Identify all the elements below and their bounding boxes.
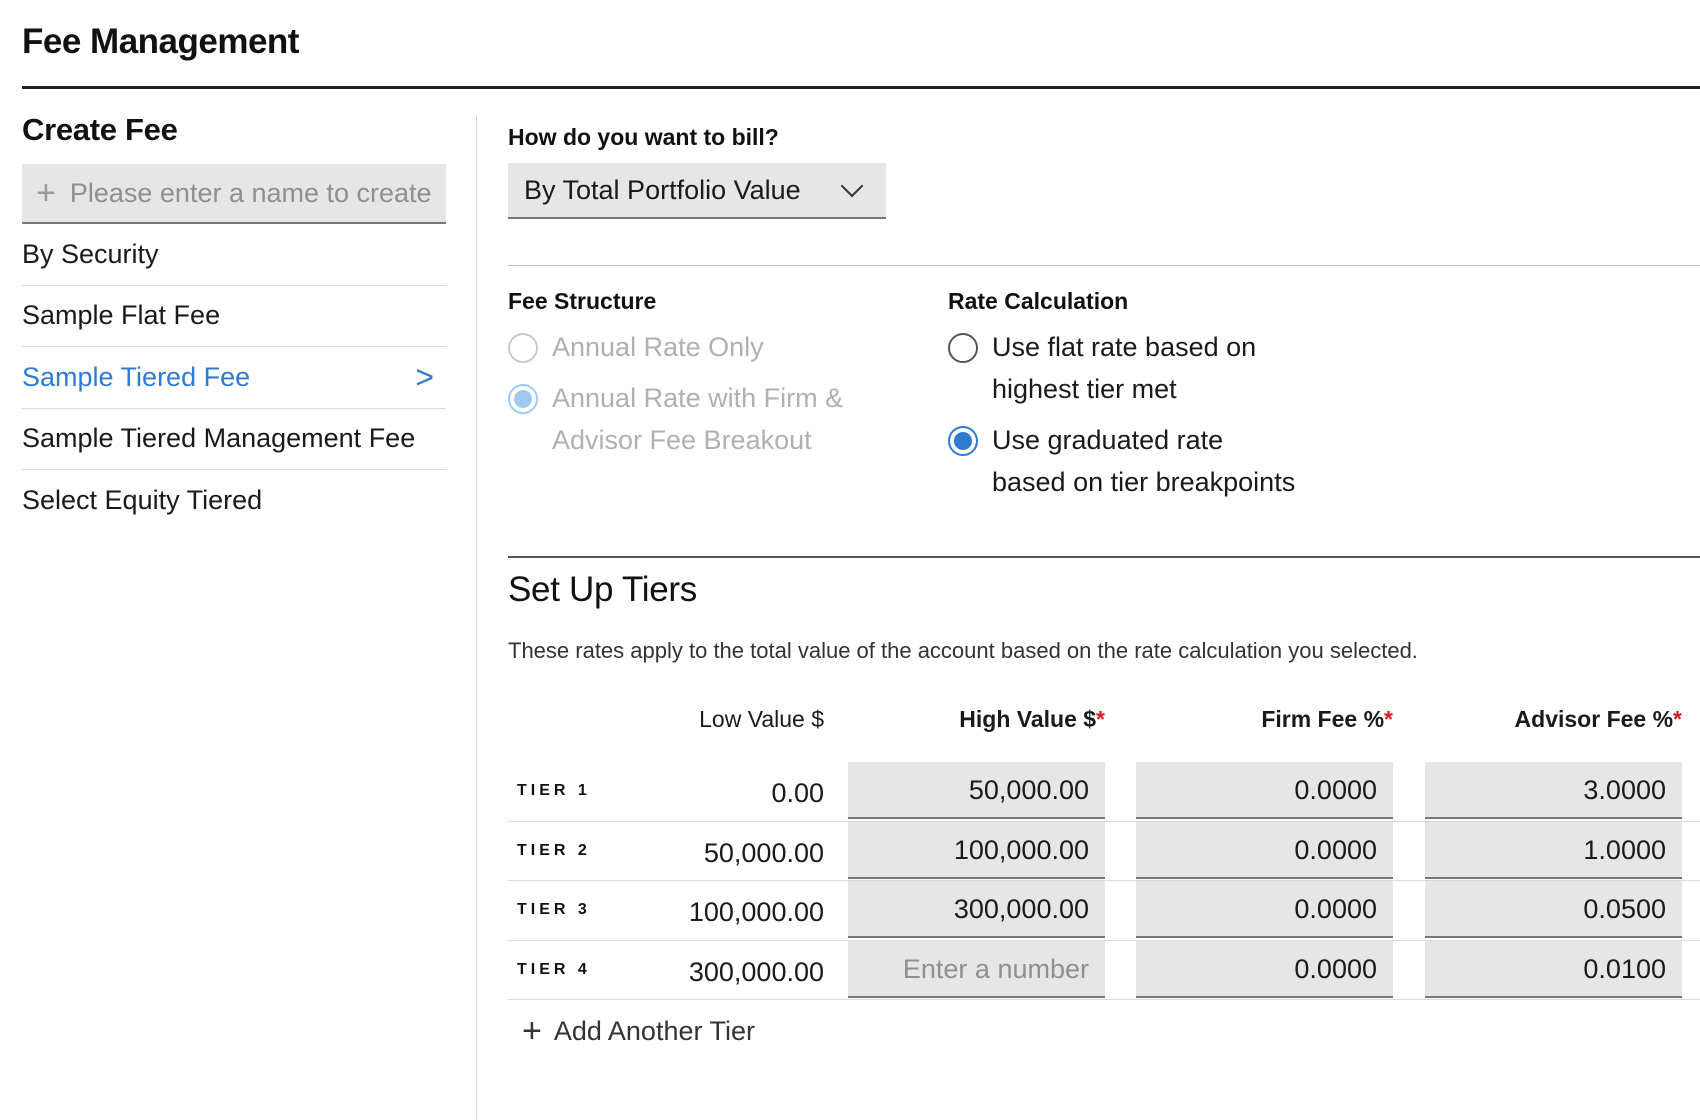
radio-label: Use flat rate based on highest tier met xyxy=(992,332,1257,404)
sidebar-divider xyxy=(476,116,477,1120)
plus-icon: + xyxy=(36,174,56,212)
radio-label: Annual Rate Only xyxy=(552,332,764,362)
tier-row: TIER 2 50,000.00 100,000.00 0.0000 1.000… xyxy=(508,821,1700,881)
rate-option-graduated: Use graduated rate based on tier breakpo… xyxy=(948,424,1295,503)
col-advisor-fee: Advisor Fee %* xyxy=(1514,706,1682,732)
chevron-down-icon xyxy=(840,174,864,198)
fee-list-item-label: Sample Tiered Fee xyxy=(22,361,251,392)
fee-options: Fee Structure Annual Rate Only Annual Ra… xyxy=(508,266,1700,556)
fee-list: By Security Sample Flat Fee Sample Tiere… xyxy=(22,224,446,532)
firm-fee-input[interactable]: 0.0000 xyxy=(1136,821,1393,879)
chevron-right-icon: > xyxy=(415,358,434,395)
tiers-divider xyxy=(508,556,1700,558)
plus-icon: + xyxy=(522,1012,542,1050)
fee-list-item-label: Sample Flat Fee xyxy=(22,300,221,331)
tiers-title: Set Up Tiers xyxy=(508,570,697,609)
billing-select[interactable]: By Total Portfolio Value xyxy=(508,163,886,219)
create-fee-input[interactable] xyxy=(69,177,446,209)
tier-row: TIER 1 0.00 50,000.00 0.0000 3.0000 xyxy=(508,762,1700,822)
title-divider xyxy=(22,86,1700,89)
tier-label: TIER 4 xyxy=(517,960,591,978)
advisor-fee-input[interactable]: 1.0000 xyxy=(1425,821,1682,879)
low-value: 50,000.00 xyxy=(703,837,824,868)
firm-fee-input[interactable]: 0.0000 xyxy=(1136,762,1393,819)
low-value: 100,000.00 xyxy=(688,897,824,927)
radio-label: Use graduated rate based on tier breakpo… xyxy=(992,425,1296,497)
rate-calculation-group: Rate Calculation Use flat rate based on … xyxy=(948,288,1295,517)
col-firm-fee: Firm Fee %* xyxy=(1261,706,1393,732)
fee-list-item-label: Select Equity Tiered xyxy=(22,485,263,516)
advisor-fee-input[interactable]: 0.0100 xyxy=(1425,940,1682,998)
billing-select-value: By Total Portfolio Value xyxy=(524,174,801,205)
tier-label: TIER 1 xyxy=(517,782,591,799)
tier-table-header: Low Value $ High Value $* Firm Fee %* Ad… xyxy=(508,696,1700,762)
radio-button-selected[interactable] xyxy=(508,384,538,414)
radio-label: Annual Rate with Firm & Advisor Fee Brea… xyxy=(552,383,844,455)
low-value: 0.00 xyxy=(771,778,824,808)
radio-button[interactable] xyxy=(508,333,538,363)
rate-calculation-heading: Rate Calculation xyxy=(948,288,1129,314)
rate-option-flat: Use flat rate based on highest tier met xyxy=(948,331,1295,410)
create-fee-field[interactable]: + xyxy=(22,164,446,224)
radio-button[interactable] xyxy=(948,333,978,363)
tier-label: TIER 2 xyxy=(517,841,591,859)
tier-row: TIER 4 300,000.00 Enter a number 0.0000 … xyxy=(508,940,1700,1000)
firm-fee-input[interactable]: 0.0000 xyxy=(1136,940,1393,998)
fee-list-item-active[interactable]: Sample Tiered Fee > xyxy=(22,347,446,409)
fee-structure-option-annual-rate: Annual Rate Only xyxy=(508,331,843,368)
page-title: Fee Management xyxy=(22,22,299,61)
tiers-description: These rates apply to the total value of … xyxy=(508,638,1418,663)
radio-button-selected[interactable] xyxy=(948,426,978,456)
add-tier-button[interactable]: + Add Another Tier xyxy=(522,1014,772,1048)
fee-list-item[interactable]: Sample Flat Fee xyxy=(22,286,446,347)
fee-list-item[interactable]: By Security xyxy=(22,224,446,286)
billing-label: How do you want to bill? xyxy=(508,124,779,150)
fee-list-item-label: By Security xyxy=(22,238,159,269)
add-tier-label: Add Another Tier xyxy=(553,1015,755,1046)
sidebar-heading: Create Fee xyxy=(22,112,178,147)
fee-list-item[interactable]: Select Equity Tiered xyxy=(22,470,446,532)
high-value-input[interactable]: 100,000.00 xyxy=(848,821,1105,879)
firm-fee-input[interactable]: 0.0000 xyxy=(1136,881,1393,938)
tier-table: Low Value $ High Value $* Firm Fee %* Ad… xyxy=(508,696,1700,1048)
high-value-input[interactable]: 50,000.00 xyxy=(848,762,1105,819)
high-value-input[interactable]: Enter a number xyxy=(848,940,1105,998)
advisor-fee-input[interactable]: 3.0000 xyxy=(1425,762,1682,819)
sidebar: Create Fee + By Security Sample Flat Fee… xyxy=(22,112,446,532)
high-value-input[interactable]: 300,000.00 xyxy=(848,881,1105,938)
fee-list-item[interactable]: Sample Tiered Management Fee xyxy=(22,409,446,470)
col-low-value: Low Value $ xyxy=(699,706,824,732)
fee-structure-option-breakout: Annual Rate with Firm & Advisor Fee Brea… xyxy=(508,382,843,461)
col-high-value: High Value $* xyxy=(959,706,1105,732)
low-value: 300,000.00 xyxy=(688,956,824,987)
fee-structure-group: Fee Structure Annual Rate Only Annual Ra… xyxy=(508,288,843,475)
tier-row: TIER 3 100,000.00 300,000.00 0.0000 0.05… xyxy=(508,881,1700,941)
fee-structure-heading: Fee Structure xyxy=(508,288,657,314)
advisor-fee-input[interactable]: 0.0500 xyxy=(1425,881,1682,938)
tier-label: TIER 3 xyxy=(517,901,591,918)
fee-list-item-label: Sample Tiered Management Fee xyxy=(22,423,416,454)
fee-editor: How do you want to bill? By Total Portfo… xyxy=(508,112,1700,1048)
